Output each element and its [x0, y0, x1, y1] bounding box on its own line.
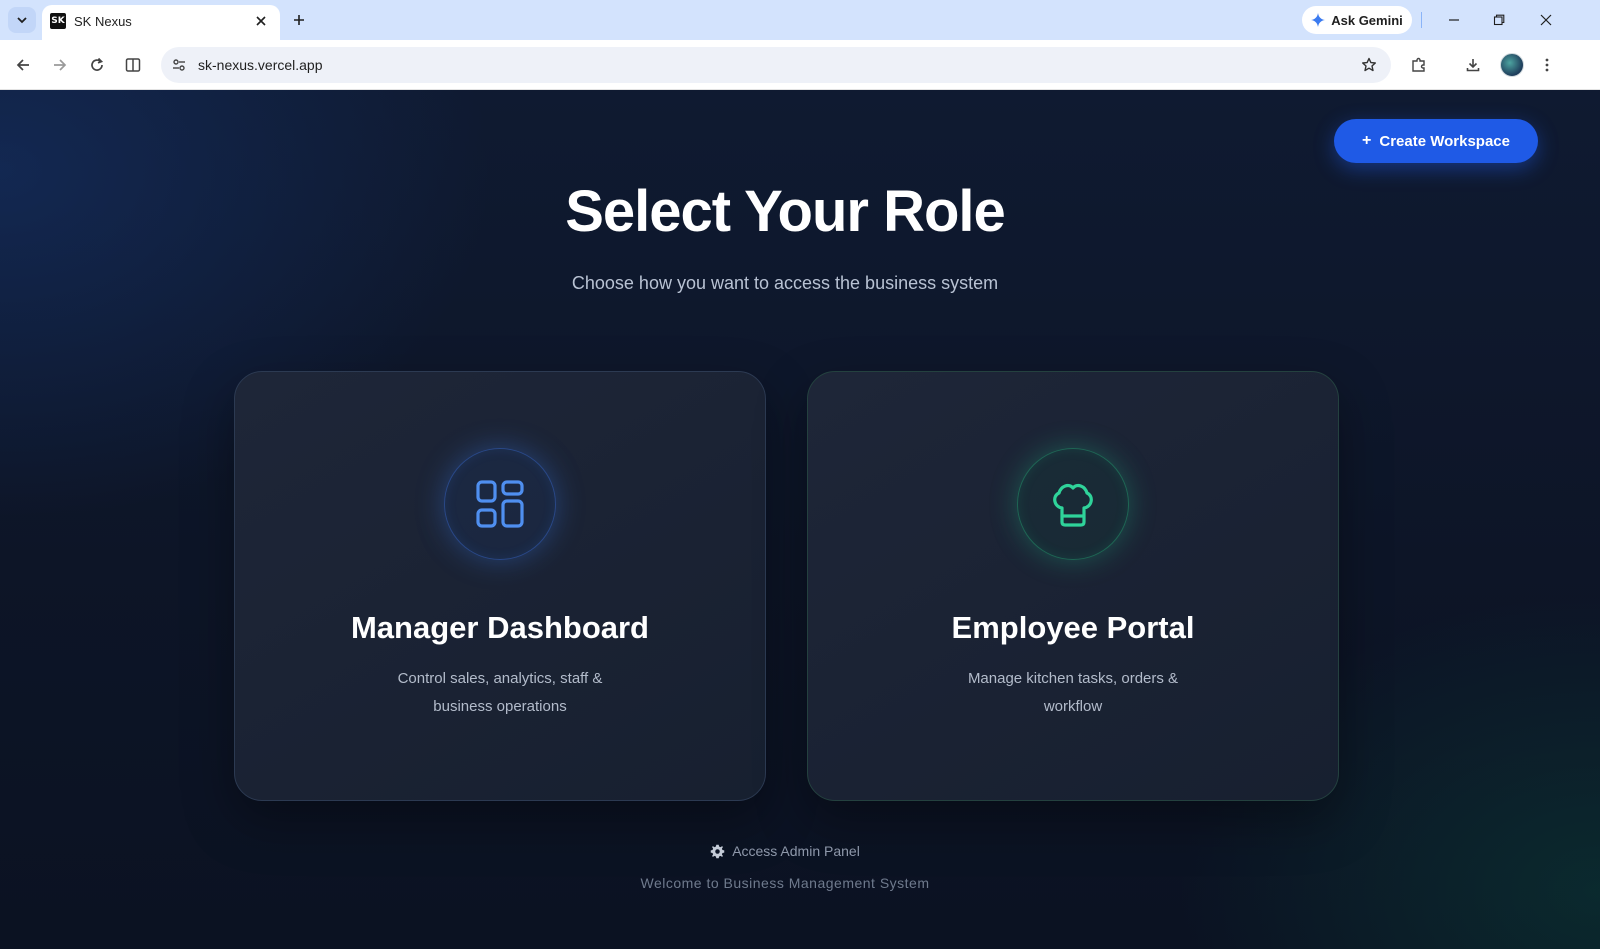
tab-close-button[interactable]: [252, 12, 270, 30]
url-text[interactable]: sk-nexus.vercel.app: [198, 57, 323, 73]
site-info-button[interactable]: [167, 53, 191, 77]
extensions-button[interactable]: [1406, 52, 1432, 78]
ask-gemini-label: Ask Gemini: [1331, 12, 1403, 28]
tab-search-button[interactable]: [8, 7, 36, 33]
page-subtitle: Choose how you want to access the busine…: [571, 273, 999, 293]
tune-icon: [173, 59, 185, 71]
restore-icon: [1493, 14, 1505, 26]
admin-panel-label: Access Admin Panel: [732, 843, 860, 859]
toolbar-divider: [1421, 12, 1422, 28]
manager-card-description: Control sales, analytics, staff & busine…: [397, 670, 603, 715]
plus-icon: [294, 15, 304, 25]
tab-title: SK Nexus: [74, 14, 132, 29]
split-view-icon: [125, 58, 141, 72]
page-title: Select Your Role: [565, 179, 1006, 244]
chevron-down-icon: [17, 17, 27, 24]
minimize-button[interactable]: [1439, 6, 1469, 34]
address-bar[interactable]: sk-nexus.vercel.app: [161, 47, 1391, 83]
employee-icon-circle: [1017, 448, 1129, 560]
manager-icon-circle: [444, 448, 556, 560]
download-icon: [1466, 59, 1480, 72]
close-icon: [256, 16, 266, 26]
forward-button[interactable]: [47, 52, 73, 78]
footer-text: Welcome to Business Management System: [640, 875, 930, 891]
access-admin-panel-link[interactable]: Access Admin Panel: [0, 843, 1570, 859]
reload-icon: [91, 57, 104, 71]
profile-avatar[interactable]: [1500, 53, 1524, 77]
employee-card-description: Manage kitchen tasks, orders & workflow: [967, 670, 1179, 715]
reload-button[interactable]: [84, 52, 110, 78]
browser-tab-strip: SK SK Nexus Ask Gemini: [0, 0, 1600, 40]
role-selection-page: + Create Workspace Select Your Role Choo…: [0, 90, 1600, 949]
create-workspace-button[interactable]: + Create Workspace: [1334, 119, 1538, 163]
employee-card-title: Employee Portal: [951, 610, 1195, 645]
new-tab-button[interactable]: [288, 9, 310, 31]
site-favicon-icon: SK: [50, 13, 66, 29]
gear-icon: [710, 844, 725, 858]
manager-card-title: Manager Dashboard: [350, 610, 649, 645]
split-view-button[interactable]: [120, 52, 146, 78]
employee-portal-card[interactable]: Employee Portal Manage kitchen tasks, or…: [807, 371, 1339, 801]
downloads-button[interactable]: [1460, 52, 1486, 78]
puzzle-icon: [1412, 57, 1425, 72]
minimize-icon: [1449, 19, 1459, 21]
close-window-button[interactable]: [1531, 6, 1561, 34]
more-vertical-icon: [1545, 58, 1549, 72]
restore-button[interactable]: [1484, 6, 1514, 34]
create-workspace-label: Create Workspace: [1379, 132, 1510, 150]
close-icon: [1540, 14, 1552, 26]
ask-gemini-button[interactable]: Ask Gemini: [1302, 6, 1412, 34]
browser-tab[interactable]: SK SK Nexus: [42, 5, 280, 40]
manager-dashboard-card[interactable]: Manager Dashboard Control sales, analyti…: [234, 371, 766, 801]
back-button[interactable]: [10, 52, 36, 78]
arrow-left-icon: [16, 59, 29, 71]
dashboard-grid-icon: [476, 480, 524, 528]
bookmark-button[interactable]: [1357, 53, 1381, 77]
browser-menu-button[interactable]: [1534, 52, 1560, 78]
plus-icon: +: [1362, 132, 1372, 149]
chef-hat-icon: [1053, 483, 1093, 527]
gemini-sparkle-icon: [1311, 13, 1326, 27]
star-icon: [1362, 57, 1376, 72]
browser-toolbar: sk-nexus.vercel.app: [0, 40, 1600, 90]
arrow-right-icon: [54, 59, 67, 71]
